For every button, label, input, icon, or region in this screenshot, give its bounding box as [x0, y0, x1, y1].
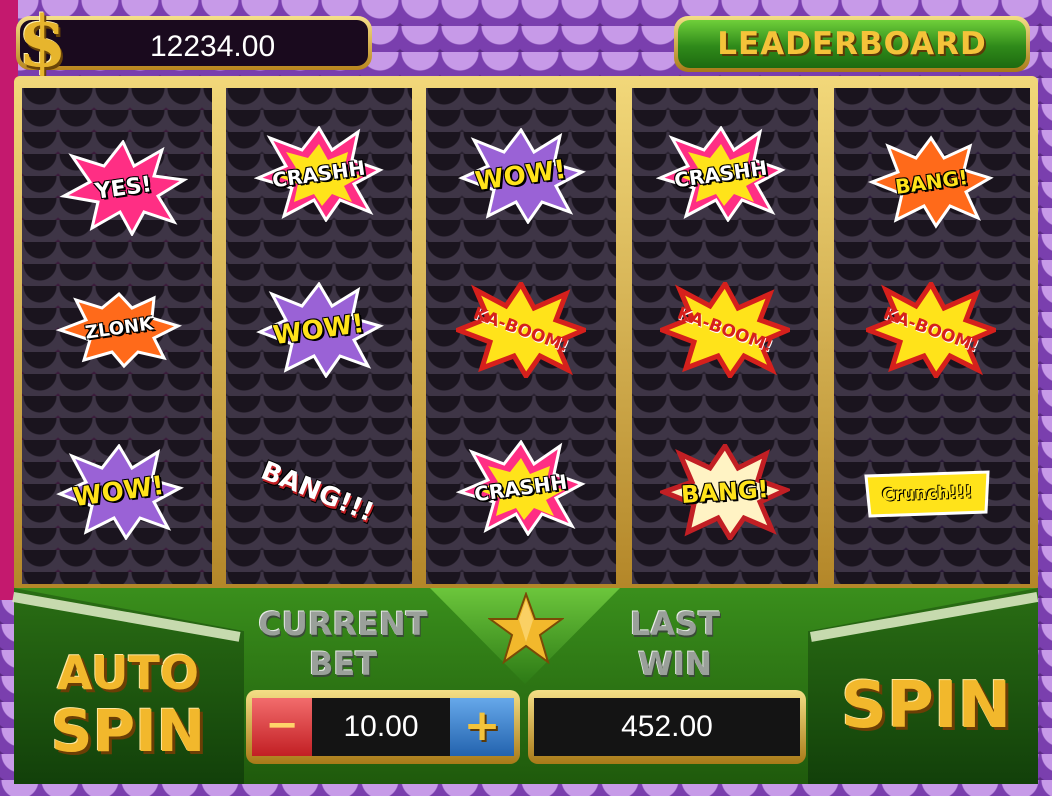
symbol-yes: YES!: [58, 140, 188, 236]
leaderboard-button[interactable]: LEADERBOARD: [674, 16, 1030, 72]
symbol-kaboom: KA-BOOM!: [866, 282, 996, 378]
star-icon[interactable]: [488, 592, 564, 664]
symbol-bang: BANG!: [866, 134, 996, 230]
symbol-wow: WOW!: [254, 282, 384, 378]
balance-value: 12234.00: [150, 30, 276, 63]
auto-spin-button[interactable]: AUTO SPIN: [28, 650, 228, 774]
auto-spin-label-line1: AUTO: [56, 646, 200, 700]
symbol-bang-text: BANG!!!: [256, 455, 378, 529]
symbol-crunch: Crunch!!!: [862, 446, 992, 542]
current-bet-label-line1: CURRENT: [258, 605, 428, 643]
dollar-icon: $: [18, 0, 67, 83]
current-bet-label-line2: BET: [308, 645, 378, 683]
auto-spin-label-line2: SPIN: [50, 697, 206, 765]
symbol-kaboom: KA-BOOM!: [456, 282, 586, 378]
symbol-kaboom: KA-BOOM!: [660, 282, 790, 378]
bet-value: 10.00: [343, 710, 419, 743]
leaderboard-label: LEADERBOARD: [717, 26, 987, 62]
symbol-wow: WOW!: [456, 128, 586, 224]
bet-stepper: − 10.00 +: [246, 690, 520, 764]
spin-button[interactable]: SPIN: [826, 668, 1026, 768]
bet-increase-button[interactable]: +: [450, 698, 514, 756]
symbol-zlonk: ZLONK: [54, 280, 184, 376]
last-win-label-line1: LAST: [629, 605, 721, 643]
last-win-value: 452.00: [534, 698, 800, 756]
symbol-bang: BANG!: [660, 444, 790, 540]
last-win-display: 452.00: [528, 690, 806, 764]
symbol-crashh: CRASHH: [656, 126, 786, 222]
symbol-wow: WOW!: [54, 444, 184, 540]
symbol-crashh: CRASHH: [456, 440, 586, 536]
symbol-crashh: CRASHH: [254, 126, 384, 222]
bet-decrease-button[interactable]: −: [252, 698, 312, 756]
last-win-label-line2: WIN: [638, 645, 712, 683]
spin-label: SPIN: [840, 669, 1012, 743]
